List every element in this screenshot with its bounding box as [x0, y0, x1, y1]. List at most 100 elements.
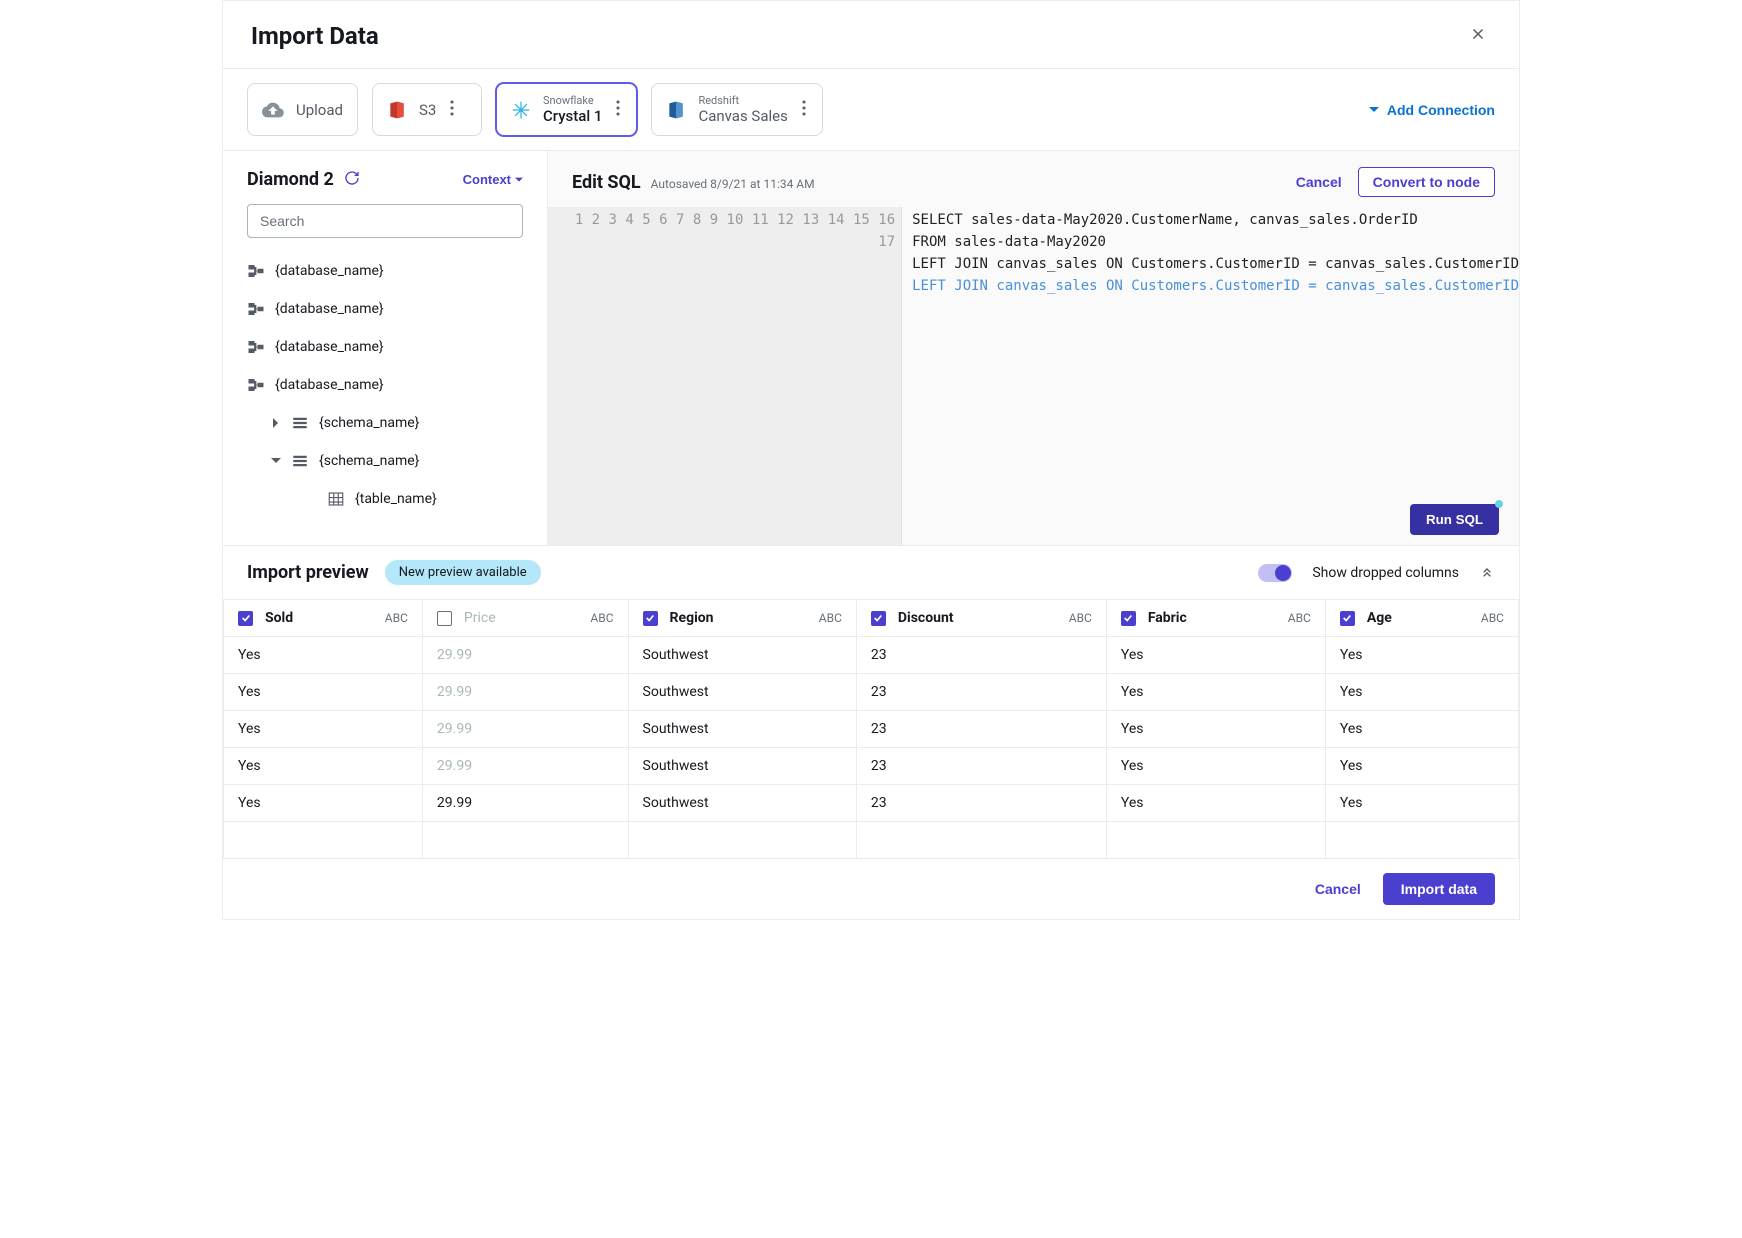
table-row: Yes29.99Southwest23YesYes — [224, 674, 1519, 711]
code-line: LEFT JOIN canvas_sales ON Customers.Cust… — [912, 253, 1519, 275]
source-card-type: Redshift — [698, 94, 787, 107]
expand-icon[interactable] — [1479, 563, 1495, 583]
source-card-type: Snowflake — [543, 94, 602, 107]
column-checkbox[interactable] — [437, 611, 452, 626]
import-data-modal: Import Data Upload S3 Snowflake — [222, 0, 1520, 920]
convert-to-node-button[interactable]: Convert to node — [1358, 167, 1495, 197]
schema-item[interactable]: {schema_name} — [247, 404, 523, 442]
code-line: LEFT JOIN canvas_sales ON Customers.Cust… — [912, 275, 1519, 297]
table-label: {table_name} — [355, 491, 437, 507]
chevron-down-icon — [1369, 105, 1379, 115]
context-dropdown[interactable]: Context — [463, 172, 523, 187]
footer-cancel-button[interactable]: Cancel — [1315, 881, 1361, 897]
refresh-icon[interactable] — [344, 170, 360, 190]
database-sidebar: Diamond 2 Context {database_name}{databa… — [223, 151, 548, 545]
more-icon[interactable] — [800, 98, 808, 122]
column-checkbox[interactable] — [238, 611, 253, 626]
new-preview-badge[interactable]: New preview available — [385, 560, 541, 585]
sql-editor-pane: Edit SQL Autosaved 8/9/21 at 11:34 AM Ca… — [548, 151, 1519, 545]
cell-discount: 23 — [856, 637, 1106, 674]
preview-table: SoldABCPriceABCRegionABCDiscountABCFabri… — [223, 599, 1519, 859]
database-item[interactable]: {database_name} — [247, 366, 523, 404]
cell-fabric: Yes — [1106, 674, 1325, 711]
table-row: Yes29.99Southwest23YesYes — [224, 711, 1519, 748]
column-name: Region — [670, 610, 714, 626]
column-header[interactable]: AgeABC — [1325, 600, 1518, 637]
column-checkbox[interactable] — [871, 611, 886, 626]
schema-item[interactable]: {schema_name} — [247, 442, 523, 480]
cell-price: 29.99 — [422, 711, 628, 748]
snowflake-icon — [511, 100, 531, 120]
source-card-redshift[interactable]: Redshift Canvas Sales — [651, 83, 822, 136]
code-content[interactable]: SELECT sales-data-May2020.CustomerName, … — [902, 207, 1519, 545]
column-header[interactable]: Discount ABC — [856, 600, 1106, 637]
source-card-label: S3 — [419, 101, 436, 119]
close-button[interactable] — [1465, 21, 1491, 50]
search-input[interactable] — [247, 204, 523, 238]
cell-region: Southwest — [628, 785, 856, 822]
database-item[interactable]: {database_name} — [247, 252, 523, 290]
cell-age: Yes — [1325, 711, 1518, 748]
column-checkbox[interactable] — [1121, 611, 1136, 626]
cell-region: Southwest — [628, 748, 856, 785]
table-row: Yes29.99Southwest23YesYes — [224, 637, 1519, 674]
database-label: {database_name} — [275, 263, 384, 279]
database-label: {database_name} — [275, 339, 384, 355]
code-line: FROM sales-data-May2020 — [912, 231, 1519, 253]
code-line: SELECT sales-data-May2020.CustomerName, … — [912, 209, 1519, 231]
add-connection-button[interactable]: Add Connection — [1369, 102, 1495, 118]
s3-icon — [387, 100, 407, 120]
cell-discount: 23 — [856, 785, 1106, 822]
table-row: Yes29.99Southwest23YesYes — [224, 748, 1519, 785]
source-card-upload[interactable]: Upload — [247, 83, 358, 136]
column-name: Price — [464, 610, 496, 626]
page-title: Import Data — [251, 22, 379, 50]
column-type: ABC — [1288, 611, 1311, 625]
upload-icon — [262, 99, 284, 121]
column-checkbox[interactable] — [1340, 611, 1355, 626]
cell-discount: 23 — [856, 674, 1106, 711]
source-card-label: Crystal 1 — [543, 107, 602, 125]
column-checkbox[interactable] — [643, 611, 658, 626]
cell-fabric: Yes — [1106, 748, 1325, 785]
cell-region: Southwest — [628, 674, 856, 711]
source-card-label: Canvas Sales — [698, 107, 787, 125]
schema-label: {schema_name} — [319, 415, 419, 431]
source-card-snowflake[interactable]: Snowflake Crystal 1 — [496, 83, 637, 136]
editor-cancel-button[interactable]: Cancel — [1296, 174, 1342, 190]
source-card-s3[interactable]: S3 — [372, 83, 482, 136]
cell-sold: Yes — [224, 637, 423, 674]
database-item[interactable]: {database_name} — [247, 290, 523, 328]
database-item[interactable]: {database_name} — [247, 328, 523, 366]
sql-code-editor[interactable]: 1 2 3 4 5 6 7 8 9 10 11 12 13 14 15 16 1… — [548, 207, 1519, 545]
show-dropped-toggle[interactable] — [1258, 564, 1292, 582]
column-header[interactable]: RegionABC — [628, 600, 856, 637]
cell-region: Southwest — [628, 637, 856, 674]
column-header[interactable]: Fabric ABC — [1106, 600, 1325, 637]
cell-fabric: Yes — [1106, 785, 1325, 822]
cell-sold: Yes — [224, 711, 423, 748]
run-sql-button[interactable]: Run SQL — [1410, 504, 1499, 535]
caret-right-icon — [271, 418, 281, 428]
column-name: Discount — [898, 610, 954, 626]
schema-label: {schema_name} — [319, 453, 419, 469]
column-name: Age — [1367, 610, 1392, 626]
cell-sold: Yes — [224, 785, 423, 822]
column-type: ABC — [1069, 611, 1092, 625]
source-picker-row: Upload S3 Snowflake Crystal 1 — [223, 69, 1519, 151]
show-dropped-label: Show dropped columns — [1312, 565, 1459, 581]
table-item[interactable]: {table_name} — [247, 480, 523, 518]
column-name: Fabric — [1148, 610, 1187, 626]
import-data-button[interactable]: Import data — [1383, 873, 1495, 905]
more-icon[interactable] — [614, 98, 622, 122]
caret-down-icon — [271, 456, 281, 466]
cell-age: Yes — [1325, 748, 1518, 785]
cell-price: 29.99 — [422, 637, 628, 674]
preview-title: Import preview — [247, 562, 369, 583]
redshift-icon — [666, 100, 686, 120]
cell-price: 29.99 — [422, 748, 628, 785]
column-header[interactable]: SoldABC — [224, 600, 423, 637]
autosave-text: Autosaved 8/9/21 at 11:34 AM — [651, 177, 815, 191]
more-icon[interactable] — [448, 98, 456, 122]
column-header[interactable]: PriceABC — [422, 600, 628, 637]
